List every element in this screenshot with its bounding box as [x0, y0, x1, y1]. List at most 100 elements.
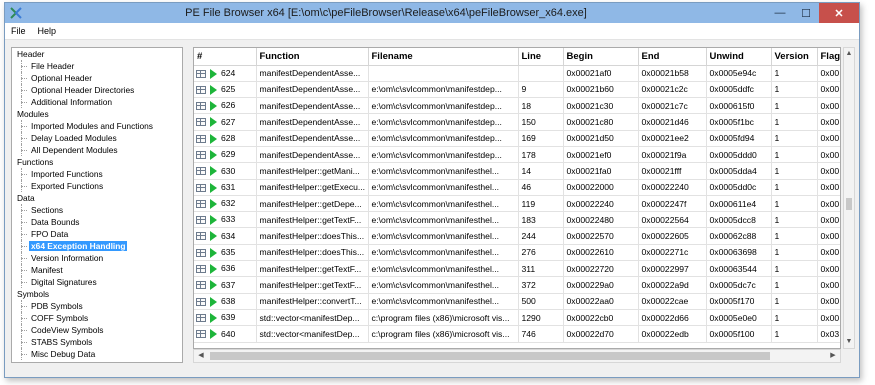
tree-item[interactable]: COFF Symbols	[12, 312, 182, 324]
horizontal-scroll-thumb[interactable]	[210, 352, 770, 360]
table-cell	[368, 65, 519, 82]
tree-item[interactable]: Imported Modules and Functions	[12, 120, 182, 132]
table-cell: 0x0005dc7c	[706, 276, 772, 294]
table-cell: manifestHelper::getTextF...	[256, 276, 369, 294]
table-row[interactable]: 635 manifestHelper::doesThis... e:\om\c\sv…	[194, 244, 840, 262]
table-row[interactable]: 638 manifestHelper::convertT... e:\om\c\sv…	[194, 293, 840, 310]
row-index: 630	[221, 165, 236, 176]
scroll-left-icon[interactable]: ◀	[194, 350, 208, 362]
tree-item[interactable]: STABS Symbols	[12, 336, 182, 348]
table-row[interactable]: 634 manifestHelper::doesThis... e:\om\c\sv…	[194, 227, 840, 245]
content-area: Header File Header Optional Header Optional…	[5, 41, 859, 377]
menu-file[interactable]: File	[5, 26, 32, 36]
tree-category[interactable]: Functions	[12, 156, 182, 168]
table-cell: std::vector<manifestDep...	[256, 309, 369, 327]
app-icon	[10, 7, 22, 19]
table-row[interactable]: 626 manifestDependentAsse... e:\om\c\svlco…	[194, 97, 840, 115]
table-cell: e:\om\c\svlcommon\manifestdep...	[368, 81, 519, 99]
tree-item-label: All Dependent Modules	[31, 145, 118, 155]
play-icon	[210, 247, 217, 258]
table-row[interactable]: 628 manifestDependentAsse... e:\om\c\svlco…	[194, 130, 840, 147]
vertical-scrollbar[interactable]: ▲ ▼	[843, 47, 855, 349]
tree-item[interactable]: File Header	[12, 60, 182, 72]
column-header[interactable]: Flag	[817, 48, 840, 66]
table-cell: 311	[518, 260, 564, 278]
table-cell: 1	[771, 81, 818, 99]
tree-item[interactable]: Misc Debug Data	[12, 348, 182, 360]
table-row[interactable]: 629 manifestDependentAsse... e:\om\c\svlco…	[194, 146, 840, 164]
table-row[interactable]: 631 manifestHelper::getExecu... e:\om\c\sv…	[194, 179, 840, 196]
column-header[interactable]: Unwind	[706, 48, 772, 66]
tree-item[interactable]: Optional Header	[12, 72, 182, 84]
table-row[interactable]: 636 manifestHelper::getTextF... e:\om\c\sv…	[194, 260, 840, 278]
tree-item[interactable]: Optional Header Directories	[12, 84, 182, 96]
table-row[interactable]: 624 manifestDependentAsse... 0x00021af0 0x0…	[194, 65, 840, 82]
table-cell: e:\om\c\svlcommon\manifestdep...	[368, 113, 519, 131]
close-button[interactable]: ✕	[819, 3, 859, 23]
table-header: # Function Filename Line Begin End Unwind Versi…	[194, 48, 840, 66]
table-cell: 0x00	[817, 97, 840, 115]
table-cell: 372	[518, 276, 564, 294]
column-header[interactable]: Function	[256, 48, 369, 66]
vertical-scroll-thumb[interactable]	[846, 198, 852, 210]
tree-item[interactable]: Data Bounds	[12, 216, 182, 228]
column-header[interactable]: Filename	[368, 48, 519, 66]
tree-item[interactable]: CodeView Symbols	[12, 324, 182, 336]
row-index: 634	[221, 230, 236, 241]
table-cell: 0x0005fd94	[706, 130, 772, 147]
menu-bar: File Help	[5, 23, 859, 40]
tree-item[interactable]: Additional Information	[12, 96, 182, 108]
table-cell: 746	[518, 325, 564, 343]
column-header[interactable]: Line	[518, 48, 564, 66]
table-row[interactable]: 639 std::vector<manifestDep... c:\program …	[194, 309, 840, 327]
scroll-up-icon[interactable]: ▲	[844, 48, 854, 60]
maximize-button[interactable]: ☐	[793, 3, 819, 23]
column-header[interactable]: #	[194, 48, 257, 66]
scroll-right-icon[interactable]: ▶	[826, 350, 840, 362]
table-row[interactable]: 625 manifestDependentAsse... e:\om\c\svlco…	[194, 81, 840, 99]
table-row[interactable]: 627 manifestDependentAsse... e:\om\c\svlco…	[194, 113, 840, 131]
table-row[interactable]: 633 manifestHelper::getTextF... e:\om\c\sv…	[194, 211, 840, 229]
navigation-tree[interactable]: Header File Header Optional Header Optional…	[11, 47, 183, 363]
tree-item[interactable]: Exported Functions	[12, 180, 182, 192]
tree-item[interactable]: Manifest	[12, 264, 182, 276]
tree-item[interactable]: x64 Exception Handling	[12, 240, 182, 252]
tree-item[interactable]: PDB Symbols	[12, 300, 182, 312]
scroll-down-icon[interactable]: ▼	[844, 336, 854, 348]
table-cell: 1	[771, 179, 818, 196]
column-header[interactable]: End	[638, 48, 707, 66]
tree-item-label: Exported Functions	[31, 181, 104, 191]
grid-icon	[196, 85, 206, 94]
table-cell: manifestHelper::convertT...	[256, 293, 369, 310]
minimize-button[interactable]: —	[767, 3, 793, 23]
tree-item-label: Delay Loaded Modules	[31, 133, 117, 143]
tree-item[interactable]: Sections	[12, 204, 182, 216]
table-row[interactable]: 632 manifestHelper::getDepe... e:\om\c\svl…	[194, 195, 840, 213]
table-cell: 0x00022240	[638, 179, 707, 196]
tree-category[interactable]: Symbols	[12, 288, 182, 300]
table-cell: 0x0005dcc8	[706, 211, 772, 229]
column-header[interactable]: Version	[771, 48, 818, 66]
horizontal-scrollbar[interactable]: ◀ ▶	[193, 349, 841, 363]
table-cell: 0x0005f170	[706, 293, 772, 310]
tree-item[interactable]: FPO Data	[12, 228, 182, 240]
column-header[interactable]: Begin	[563, 48, 639, 66]
exception-table: # Function Filename Line Begin End Unwind Versi…	[194, 48, 840, 343]
tree-item-label: x64 Exception Handling	[29, 241, 128, 251]
tree-item[interactable]: All Dependent Modules	[12, 144, 182, 156]
table-cell: 0x0005f100	[706, 325, 772, 343]
table-cell: 635	[194, 244, 257, 262]
menu-help[interactable]: Help	[32, 26, 63, 36]
table-cell: 1	[771, 113, 818, 131]
table-cell: 0x000229a0	[563, 276, 639, 294]
tree-item[interactable]: Delay Loaded Modules	[12, 132, 182, 144]
tree-category[interactable]: Header	[12, 48, 182, 60]
table-row[interactable]: 640 std::vector<manifestDep... c:\program …	[194, 325, 840, 343]
table-row[interactable]: 630 manifestHelper::getMani... e:\om\c\svl…	[194, 162, 840, 180]
tree-item[interactable]: Digital Signatures	[12, 276, 182, 288]
tree-item[interactable]: Imported Functions	[12, 168, 182, 180]
tree-category[interactable]: Data	[12, 192, 182, 204]
table-row[interactable]: 637 manifestHelper::getTextF... e:\om\c\sv…	[194, 276, 840, 294]
tree-category[interactable]: Modules	[12, 108, 182, 120]
tree-item[interactable]: Version Information	[12, 252, 182, 264]
